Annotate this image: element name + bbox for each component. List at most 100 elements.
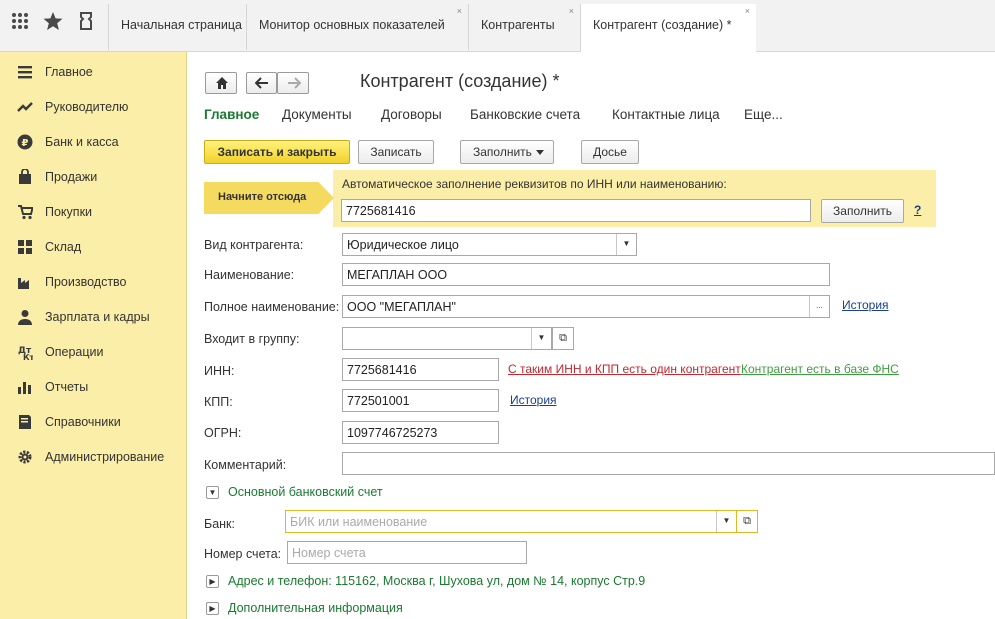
open-icon[interactable]: ⧉ — [552, 327, 574, 350]
forward-button[interactable] — [277, 72, 309, 94]
trend-icon — [17, 102, 33, 112]
inn-duplicate-link[interactable]: С таким ИНН и КПП есть один контрагент — [508, 362, 741, 376]
chevron-down-icon[interactable]: ▼ — [531, 328, 551, 349]
bank-section-title[interactable]: Основной банковский счет — [228, 485, 383, 499]
bank-select[interactable]: БИК или наименование ▼ — [285, 510, 737, 533]
sidebar-item-label: Зарплата и кадры — [45, 310, 150, 324]
close-icon[interactable]: × — [457, 6, 462, 16]
ogrn-label: ОГРН: — [204, 426, 242, 440]
page-title: Контрагент (создание) * — [360, 71, 560, 91]
tab-label: Контрагент (создание) * — [593, 18, 732, 32]
comment-input[interactable] — [342, 452, 995, 475]
kpp-history-link[interactable]: История — [510, 393, 557, 407]
open-icon[interactable]: ⧉ — [736, 510, 758, 533]
close-icon[interactable]: × — [745, 6, 750, 16]
comment-label: Комментарий: — [204, 458, 287, 472]
top-bar: Начальная страница Монитор основных пока… — [0, 0, 995, 52]
grid-icon — [18, 240, 32, 254]
dossier-button[interactable]: Досье — [581, 140, 639, 164]
group-select[interactable]: ▼ — [342, 327, 552, 350]
autofill-fill-button[interactable]: Заполнить — [821, 199, 904, 223]
sidebar-item-main[interactable]: Главное — [0, 55, 187, 90]
fill-dropdown-button[interactable]: Заполнить — [460, 140, 554, 164]
sidebar-item-label: Администрирование — [45, 450, 165, 464]
sidebar-item-salary[interactable]: Зарплата и кадры — [0, 300, 187, 335]
top-icons — [0, 0, 108, 52]
form-tab-bank-accounts[interactable]: Банковские счета — [470, 107, 580, 122]
kind-select[interactable]: Юридическое лицо ▼ — [342, 233, 637, 256]
save-and-close-button[interactable]: Записать и закрыть — [204, 140, 350, 164]
tab-monitor[interactable]: Монитор основных показателей × — [246, 4, 468, 50]
tab-label: Начальная страница — [121, 18, 242, 32]
sidebar-item-bank[interactable]: ₽ Банк и касса — [0, 125, 187, 160]
sidebar-item-label: Покупки — [45, 205, 93, 219]
history-clock-icon[interactable] — [75, 10, 97, 32]
help-link[interactable]: ? — [914, 203, 921, 217]
fns-check-link[interactable]: Контрагент есть в базе ФНС — [741, 362, 899, 376]
kind-label: Вид контрагента: — [204, 238, 304, 252]
tab-label: Монитор основных показателей — [259, 18, 445, 32]
inn-input[interactable]: 7725681416 — [342, 358, 499, 381]
tab-home[interactable]: Начальная страница — [108, 4, 246, 50]
kpp-label: КПП: — [204, 395, 233, 409]
sidebar-item-warehouse[interactable]: Склад — [0, 230, 187, 265]
factory-icon — [18, 278, 29, 289]
tab-counterparty-create[interactable]: Контрагент (создание) * × — [580, 4, 756, 52]
sidebar-item-label: Производство — [45, 275, 127, 289]
apps-grid-icon[interactable] — [9, 10, 31, 32]
form-tab-contracts[interactable]: Договоры — [381, 107, 442, 122]
kpp-input[interactable]: 772501001 — [342, 389, 499, 412]
back-button[interactable] — [246, 72, 277, 94]
operations-icon: ДтКт — [18, 346, 33, 360]
sidebar-item-label: Справочники — [45, 415, 121, 429]
fullname-history-link[interactable]: История — [842, 298, 889, 312]
sidebar-item-operations[interactable]: Дт Кт Операции — [0, 335, 187, 370]
sidebar-item-production[interactable]: Производство — [0, 265, 187, 300]
gear-icon — [18, 450, 32, 464]
sidebar-item-label: Операции — [45, 345, 104, 359]
close-icon[interactable]: × — [569, 6, 574, 16]
chevron-right-icon[interactable]: ▶ — [206, 575, 219, 588]
menu-icon — [18, 66, 32, 79]
sidebar-item-label: Банк и касса — [45, 135, 119, 149]
sidebar-item-label: Продажи — [45, 170, 98, 184]
form-tab-documents[interactable]: Документы — [282, 107, 352, 122]
form-tab-main[interactable]: Главное — [204, 107, 259, 122]
fullname-more-button[interactable]: ... — [809, 296, 829, 317]
arrow-left-icon — [255, 77, 268, 89]
chevron-down-icon[interactable]: ▼ — [206, 486, 219, 499]
fullname-label: Полное наименование: — [204, 300, 340, 314]
home-button[interactable] — [205, 72, 237, 94]
tab-counterparties[interactable]: Контрагенты × — [468, 4, 580, 50]
address-section-title[interactable]: Адрес и телефон: 115162, Москва г, Шухов… — [228, 574, 645, 588]
fullname-input[interactable]: ООО "МЕГАПЛАН" ... — [342, 295, 830, 318]
form-tab-more[interactable]: Еще... — [744, 107, 783, 122]
sidebar-item-reports[interactable]: Отчеты — [0, 370, 187, 405]
form-tab-contacts[interactable]: Контактные лица — [612, 107, 720, 122]
cart-icon — [18, 205, 33, 220]
name-input[interactable]: МЕГАПЛАН ООО — [342, 263, 830, 286]
chevron-down-icon[interactable]: ▼ — [616, 234, 636, 255]
account-input[interactable]: Номер счета — [287, 541, 527, 564]
bank-placeholder: БИК или наименование — [290, 515, 428, 529]
name-label: Наименование: — [204, 268, 295, 282]
sidebar-item-sales[interactable]: Продажи — [0, 160, 187, 195]
ogrn-input[interactable]: 1097746725273 — [342, 421, 499, 444]
sidebar-item-references[interactable]: Справочники — [0, 405, 187, 440]
sidebar-item-purchases[interactable]: Покупки — [0, 195, 187, 230]
save-button[interactable]: Записать — [358, 140, 434, 164]
favorites-star-icon[interactable] — [42, 10, 64, 32]
person-icon — [18, 310, 32, 325]
bank-label: Банк: — [204, 517, 235, 531]
chevron-down-icon[interactable]: ▼ — [716, 511, 736, 532]
sidebar-item-admin[interactable]: Администрирование — [0, 440, 187, 475]
additional-section-title[interactable]: Дополнительная информация — [228, 601, 403, 615]
account-label: Номер счета: — [204, 547, 282, 561]
chevron-right-icon[interactable]: ▶ — [206, 602, 219, 615]
sidebar-item-label: Главное — [45, 65, 93, 79]
sidebar-item-manager[interactable]: Руководителю — [0, 90, 187, 125]
autofill-inn-input[interactable]: 7725681416 — [341, 199, 811, 222]
arrow-right-icon — [288, 77, 301, 89]
book-icon — [19, 415, 31, 429]
sidebar: Главное Руководителю ₽ Банк и касса Прод… — [0, 52, 187, 619]
